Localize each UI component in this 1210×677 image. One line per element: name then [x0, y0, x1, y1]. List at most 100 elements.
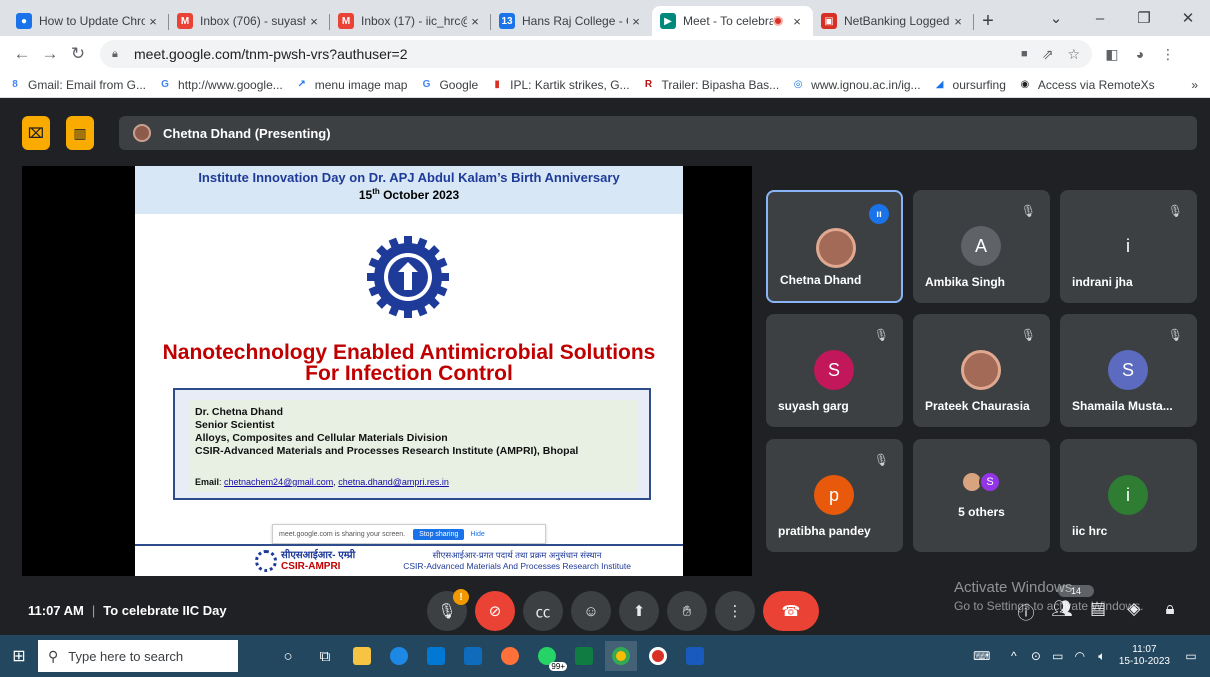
tab-search-icon[interactable]: ⌄: [1034, 0, 1078, 36]
close-tab-icon[interactable]: ×: [467, 14, 483, 29]
word-icon[interactable]: [679, 641, 711, 671]
back-button[interactable]: ←: [8, 40, 36, 68]
bookmark-item[interactable]: Ghttp://www.google...: [158, 78, 283, 92]
bookmark-star-icon[interactable]: ☆: [1067, 46, 1080, 63]
browser-tab[interactable]: ● How to Update Chro ×: [8, 6, 169, 36]
slide-header: Institute Innovation Day on Dr. APJ Abdu…: [135, 166, 683, 216]
camera-button[interactable]: ⊘: [475, 591, 515, 631]
reactions-button[interactable]: ☺: [571, 591, 611, 631]
tray-chevron-icon[interactable]: ^: [1003, 649, 1025, 663]
taskbar-search[interactable]: ⚲ Type here to search: [38, 640, 238, 672]
browser-tab-bar: ● How to Update Chro × M Inbox (706) - suyas…: [0, 0, 1210, 36]
wifi-icon[interactable]: ◠: [1069, 649, 1091, 663]
avatar: S: [1108, 350, 1148, 390]
meet-tray-icon[interactable]: ⊙: [1025, 649, 1047, 663]
address-bar[interactable]: 🔒︎ meet.google.com/tnm-pwsh-vrs?authuser…: [100, 40, 1092, 68]
bookmark-item[interactable]: ▮ IPL: Kartik strikes, G...: [490, 78, 629, 92]
participant-tile[interactable]: i iic hrc: [1060, 439, 1197, 552]
tab-title: Hans Raj College - C: [522, 14, 628, 28]
pin-icon[interactable]: ⌧: [22, 116, 50, 150]
author-box: Dr. Chetna Dhand Senior Scientist Alloys…: [173, 388, 651, 500]
task-view-icon[interactable]: ⧉: [309, 641, 341, 671]
participant-tile[interactable]: p pratibha pandey 🎙︎: [766, 439, 903, 552]
raise-hand-button[interactable]: ✋︎: [667, 591, 707, 631]
restore-button[interactable]: ❐: [1122, 0, 1166, 36]
host-controls-icon[interactable]: 🔒︎: [1152, 599, 1188, 624]
participant-tile[interactable]: Ssuyash garg 🎙︎: [766, 314, 903, 427]
bookmark-favicon-icon: ▮: [494, 79, 500, 90]
browser-tab[interactable]: ▣ NetBanking Logged ×: [813, 6, 974, 36]
microphone-button[interactable]: 🎙︎!: [427, 589, 469, 631]
firefox-icon[interactable]: [494, 641, 526, 671]
whatsapp-icon[interactable]: 99+: [531, 641, 567, 671]
start-button[interactable]: ⊞: [0, 635, 38, 677]
share-icon[interactable]: ⇗: [1042, 46, 1054, 63]
close-tab-icon[interactable]: ×: [628, 14, 644, 29]
close-tab-icon[interactable]: ×: [789, 14, 805, 29]
bookmark-item[interactable]: ↗ menu image map: [295, 78, 408, 92]
browser-tab[interactable]: M Inbox (706) - suyashg ×: [169, 6, 330, 36]
battery-icon[interactable]: ▭: [1047, 649, 1069, 663]
captions-button[interactable]: ㏄: [523, 591, 563, 631]
close-window-button[interactable]: ✕: [1166, 0, 1210, 36]
bookmark-item[interactable]: ◉ Access via RemoteXs: [1018, 78, 1155, 92]
browser-tab[interactable]: M Inbox (17) - iic_hrc@ ×: [330, 6, 491, 36]
avatar: [816, 228, 856, 268]
close-tab-icon[interactable]: ×: [950, 14, 966, 29]
stop-sharing-button[interactable]: Stop sharing: [413, 528, 465, 540]
edge-icon[interactable]: [383, 641, 415, 671]
minimize-button[interactable]: –: [1078, 0, 1122, 36]
mic-muted-icon: 🎙︎: [1020, 328, 1036, 342]
bookmark-favicon-icon: 8: [12, 79, 18, 90]
bookmark-item[interactable]: ◎ www.ignou.ac.in/ig...: [791, 78, 921, 92]
camera-icon[interactable]: ■: [1021, 48, 1028, 60]
participant-tile[interactable]: S Shamaila Musta... 🎙︎: [1060, 314, 1197, 427]
search-icon: ⚲: [48, 647, 59, 664]
bookmark-item[interactable]: ◢ oursurfing: [933, 78, 1006, 92]
mail-icon[interactable]: [457, 641, 489, 671]
excel-icon[interactable]: [568, 641, 600, 671]
participant-name: Ambika Singh: [925, 275, 1006, 289]
record-icon[interactable]: [642, 641, 674, 671]
others-tile[interactable]: S 5 others: [913, 439, 1050, 552]
bookmark-item[interactable]: R Trailer: Bipasha Bas...: [642, 78, 779, 92]
csir-logo-icon: [255, 550, 277, 572]
participant-tile[interactable]: i indrani jha 🎙︎: [1060, 190, 1197, 303]
layout-icon[interactable]: ▥: [66, 116, 94, 150]
profile-avatar[interactable]: ◕: [1126, 46, 1154, 62]
reload-button[interactable]: ↻: [64, 40, 92, 68]
lock-icon[interactable]: 🔒︎: [112, 48, 126, 61]
notification-badge: 99+: [549, 662, 567, 671]
taskbar-clock[interactable]: 11:07 15-10-2023: [1119, 644, 1170, 668]
notification-icon[interactable]: ▭: [1180, 649, 1202, 663]
presentation-stage[interactable]: Institute Innovation Day on Dr. APJ Abdu…: [22, 166, 752, 576]
file-explorer-icon[interactable]: [346, 641, 378, 671]
cortana-icon[interactable]: ○: [272, 641, 304, 671]
hide-notice-button[interactable]: Hide: [470, 531, 484, 538]
search-placeholder: Type here to search: [68, 648, 184, 664]
tab-separator: [973, 14, 974, 30]
participant-tile[interactable]: Prateek Chaurasia 🎙︎: [913, 314, 1050, 427]
volume-icon[interactable]: 🔈︎: [1091, 649, 1113, 664]
more-options-button[interactable]: ⋮: [715, 591, 755, 631]
browser-tab[interactable]: ▶ Meet - To celebra ×: [652, 6, 813, 36]
participant-tile[interactable]: A Ambika Singh 🎙︎: [913, 190, 1050, 303]
close-tab-icon[interactable]: ×: [145, 14, 161, 29]
forward-button[interactable]: →: [36, 40, 64, 68]
bookmark-item[interactable]: 8 Gmail: Email from G...: [8, 78, 146, 92]
keyboard-icon[interactable]: ⌨: [971, 649, 993, 663]
close-tab-icon[interactable]: ×: [306, 14, 322, 29]
leave-call-button[interactable]: ☎︎: [763, 591, 819, 631]
store-icon[interactable]: [420, 641, 452, 671]
more-bookmarks-icon[interactable]: »: [1191, 78, 1198, 92]
bookmark-item[interactable]: G Google: [419, 78, 479, 92]
participant-tile[interactable]: Chetna Dhand ıı: [766, 190, 903, 303]
tab-title: NetBanking Logged: [844, 14, 950, 28]
chrome-icon[interactable]: [605, 641, 637, 671]
browser-tab[interactable]: 13 Hans Raj College - C ×: [491, 6, 652, 36]
menu-kebab-icon[interactable]: ⋮: [1154, 46, 1182, 63]
sidepanel-icon[interactable]: ◧: [1098, 46, 1126, 63]
new-tab-button[interactable]: +: [974, 6, 1002, 36]
bookmark-favicon-icon: R: [644, 79, 653, 90]
present-button[interactable]: ⬆: [619, 591, 659, 631]
